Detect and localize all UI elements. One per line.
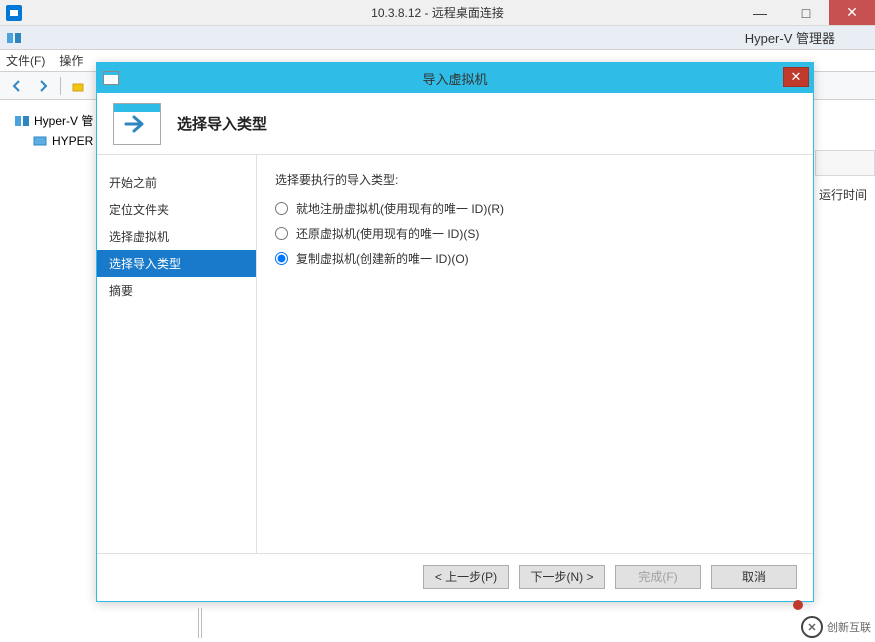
- dialog-titlebar: 导入虚拟机 ✕: [97, 63, 813, 93]
- host-icon: [32, 133, 48, 149]
- radio-copy[interactable]: 复制虚拟机(创建新的唯一 ID)(O): [275, 250, 795, 267]
- radio-register-input[interactable]: [275, 202, 288, 215]
- minimize-button[interactable]: —: [737, 0, 783, 25]
- bottom-splitter: [198, 608, 598, 638]
- nav-locate-folder[interactable]: 定位文件夹: [97, 196, 256, 223]
- finish-button: 完成(F): [615, 565, 701, 589]
- radio-restore-input[interactable]: [275, 227, 288, 240]
- right-panel-fragment: 运行时间: [815, 150, 875, 203]
- radio-register-in-place[interactable]: 就地注册虚拟机(使用现有的唯一 ID)(R): [275, 200, 795, 217]
- nav-before[interactable]: 开始之前: [97, 169, 256, 196]
- dialog-close-button[interactable]: ✕: [783, 67, 809, 87]
- radio-restore-label: 还原虚拟机(使用现有的唯一 ID)(S): [296, 225, 479, 242]
- watermark: ✕ 创新互联: [801, 616, 871, 638]
- nav-select-vm[interactable]: 选择虚拟机: [97, 223, 256, 250]
- nav-import-type[interactable]: 选择导入类型: [97, 250, 256, 277]
- radio-register-label: 就地注册虚拟机(使用现有的唯一 ID)(R): [296, 200, 504, 217]
- nav-summary[interactable]: 摘要: [97, 277, 256, 304]
- server-icon: [14, 113, 30, 129]
- radio-copy-label: 复制虚拟机(创建新的唯一 ID)(O): [296, 250, 469, 267]
- hyperv-title: Hyper-V 管理器: [745, 28, 835, 47]
- hyperv-header: Hyper-V 管理器: [0, 26, 875, 50]
- toolbar-separator: [60, 77, 61, 95]
- maximize-button[interactable]: □: [783, 0, 829, 25]
- menu-file[interactable]: 文件(F): [6, 52, 45, 69]
- hyperv-icon: [6, 30, 22, 46]
- dialog-window-icon: [103, 71, 119, 85]
- rdp-titlebar: 10.3.8.12 - 远程桌面连接 — □ ✕: [0, 0, 875, 26]
- rdp-title: 10.3.8.12 - 远程桌面连接: [371, 4, 504, 21]
- dialog-title: 导入虚拟机: [422, 69, 487, 88]
- dialog-content: 选择要执行的导入类型: 就地注册虚拟机(使用现有的唯一 ID)(R) 还原虚拟机…: [257, 155, 813, 553]
- radio-restore[interactable]: 还原虚拟机(使用现有的唯一 ID)(S): [275, 225, 795, 242]
- right-block-1: [815, 150, 875, 176]
- next-button[interactable]: 下一步(N) >: [519, 565, 605, 589]
- window-controls: — □ ✕: [737, 0, 875, 25]
- watermark-text: 创新互联: [827, 619, 871, 635]
- dialog-heading: 选择导入类型: [177, 113, 267, 134]
- import-arrow-icon: [113, 103, 161, 145]
- back-button[interactable]: [6, 75, 28, 97]
- tree-child-label: HYPER: [52, 134, 93, 148]
- prev-button[interactable]: < 上一步(P): [423, 565, 509, 589]
- menu-action[interactable]: 操作: [59, 52, 83, 69]
- forward-button[interactable]: [32, 75, 54, 97]
- dialog-header: 选择导入类型: [97, 93, 813, 155]
- radio-copy-input[interactable]: [275, 252, 288, 265]
- rdp-icon: [6, 5, 22, 21]
- import-vm-dialog: 导入虚拟机 ✕ 选择导入类型 开始之前 定位文件夹 选择虚拟机 选择导入类型 摘…: [96, 62, 814, 602]
- dialog-footer: < 上一步(P) 下一步(N) > 完成(F) 取消: [97, 553, 813, 599]
- up-button[interactable]: [67, 75, 89, 97]
- dialog-body: 开始之前 定位文件夹 选择虚拟机 选择导入类型 摘要 选择要执行的导入类型: 就…: [97, 155, 813, 553]
- close-button[interactable]: ✕: [829, 0, 875, 25]
- import-type-prompt: 选择要执行的导入类型:: [275, 171, 795, 188]
- watermark-dot: [793, 600, 803, 610]
- right-runtime-label: 运行时间: [815, 186, 875, 203]
- dialog-nav: 开始之前 定位文件夹 选择虚拟机 选择导入类型 摘要: [97, 155, 257, 553]
- watermark-logo-icon: ✕: [801, 616, 823, 638]
- tree-root-label: Hyper-V 管: [34, 112, 93, 129]
- cancel-button[interactable]: 取消: [711, 565, 797, 589]
